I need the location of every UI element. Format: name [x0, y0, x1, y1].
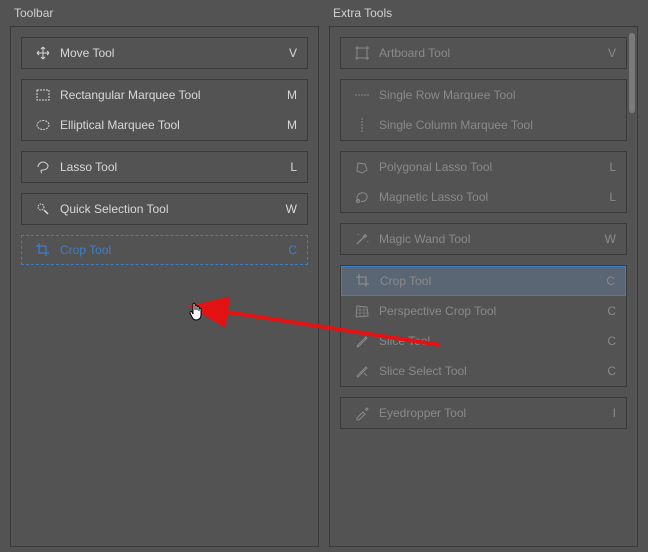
tool-mag-lasso[interactable]: Magnetic Lasso ToolL: [341, 182, 626, 212]
tool-poly-lasso[interactable]: Polygonal Lasso ToolL: [341, 152, 626, 182]
toolbar-panel: Toolbar Move ToolV Rectangular Marquee To…: [10, 0, 319, 547]
tool-artboard[interactable]: Artboard ToolV: [341, 38, 626, 68]
tool-shortcut: L: [600, 160, 616, 174]
tool-col-marquee[interactable]: Single Column Marquee Tool: [341, 110, 626, 140]
toolbar-panel-title: Toolbar: [10, 6, 319, 20]
poly-lasso-icon: [351, 159, 373, 175]
tool-label: Slice Tool: [373, 334, 600, 348]
slice-icon: [351, 333, 373, 349]
extra-tools-panel-body[interactable]: Artboard ToolVSingle Row Marquee ToolSin…: [329, 26, 638, 547]
tool-shortcut: M: [281, 118, 297, 132]
scrollbar[interactable]: [627, 27, 637, 546]
tool-crop[interactable]: Crop ToolC: [21, 235, 308, 265]
tool-slice[interactable]: Slice ToolC: [341, 326, 626, 356]
tool-row-marquee[interactable]: Single Row Marquee Tool: [341, 80, 626, 110]
rect-marquee-icon: [32, 87, 54, 103]
slice-select-icon: [351, 363, 373, 379]
tool-label: Rectangular Marquee Tool: [54, 88, 281, 102]
tool-shortcut: C: [281, 243, 297, 257]
lasso-icon: [32, 159, 54, 175]
tool-label: Single Column Marquee Tool: [373, 118, 600, 132]
tool-label: Eyedropper Tool: [373, 406, 600, 420]
customize-toolbar-dialog: Toolbar Move ToolVRectangular Marquee To…: [0, 0, 648, 547]
tool-slice-select[interactable]: Slice Select ToolC: [341, 356, 626, 386]
tool-group: Magic Wand ToolW: [340, 223, 627, 255]
tool-shortcut: M: [281, 88, 297, 102]
tool-shortcut: C: [600, 334, 616, 348]
tool-move[interactable]: Move ToolV: [22, 38, 307, 68]
tool-label: Single Row Marquee Tool: [373, 88, 600, 102]
tool-crop[interactable]: Crop ToolC: [341, 266, 626, 296]
tool-label: Magnetic Lasso Tool: [373, 190, 600, 204]
mag-lasso-icon: [351, 189, 373, 205]
tool-group: Eyedropper ToolI: [340, 397, 627, 429]
tool-group: Crop ToolCPerspective Crop ToolCSlice To…: [340, 265, 627, 387]
tool-group: Polygonal Lasso ToolLMagnetic Lasso Tool…: [340, 151, 627, 213]
quick-select-icon: [32, 201, 54, 217]
crop-icon: [352, 273, 374, 289]
ellipse-marquee-icon: [32, 117, 54, 133]
extra-tools-panel-title: Extra Tools: [329, 6, 638, 20]
tool-persp-crop[interactable]: Perspective Crop ToolC: [341, 296, 626, 326]
tool-label: Lasso Tool: [54, 160, 281, 174]
tool-shortcut: I: [600, 406, 616, 420]
tool-label: Elliptical Marquee Tool: [54, 118, 281, 132]
persp-crop-icon: [351, 303, 373, 319]
eyedropper-icon: [351, 405, 373, 421]
tool-shortcut: L: [281, 160, 297, 174]
tool-ellipse-marquee[interactable]: Elliptical Marquee ToolM: [22, 110, 307, 140]
tool-quick-select[interactable]: Quick Selection ToolW: [22, 194, 307, 224]
move-icon: [32, 45, 54, 61]
wand-icon: [351, 231, 373, 247]
tool-label: Crop Tool: [54, 243, 281, 257]
tool-label: Magic Wand Tool: [373, 232, 600, 246]
tool-shortcut: V: [600, 46, 616, 60]
tool-group: Artboard ToolV: [340, 37, 627, 69]
tool-group: Lasso ToolL: [21, 151, 308, 183]
scrollbar-thumb[interactable]: [629, 33, 635, 113]
tool-shortcut: C: [600, 364, 616, 378]
tool-lasso[interactable]: Lasso ToolL: [22, 152, 307, 182]
tool-shortcut: W: [281, 202, 297, 216]
tool-label: Artboard Tool: [373, 46, 600, 60]
extra-tools-panel: Extra Tools Artboard ToolV Single Row Mar…: [329, 0, 638, 547]
tool-group: Single Row Marquee Tool Single Column Mar…: [340, 79, 627, 141]
tool-label: Polygonal Lasso Tool: [373, 160, 600, 174]
tool-label: Slice Select Tool: [373, 364, 600, 378]
tool-label: Quick Selection Tool: [54, 202, 281, 216]
tool-rect-marquee[interactable]: Rectangular Marquee ToolM: [22, 80, 307, 110]
tool-wand[interactable]: Magic Wand ToolW: [341, 224, 626, 254]
tool-shortcut: C: [599, 274, 615, 288]
tool-shortcut: V: [281, 46, 297, 60]
tool-group: Quick Selection ToolW: [21, 193, 308, 225]
tool-eyedropper[interactable]: Eyedropper ToolI: [341, 398, 626, 428]
col-marquee-icon: [351, 117, 373, 133]
crop-icon: [32, 242, 54, 258]
row-marquee-icon: [351, 87, 373, 103]
tool-group: Move ToolV: [21, 37, 308, 69]
tool-group: Rectangular Marquee ToolMElliptical Marq…: [21, 79, 308, 141]
toolbar-panel-body[interactable]: Move ToolVRectangular Marquee ToolMEllip…: [10, 26, 319, 547]
tool-shortcut: C: [600, 304, 616, 318]
tool-shortcut: W: [600, 232, 616, 246]
artboard-icon: [351, 45, 373, 61]
tool-label: Move Tool: [54, 46, 281, 60]
tool-label: Perspective Crop Tool: [373, 304, 600, 318]
tool-shortcut: L: [600, 190, 616, 204]
tool-label: Crop Tool: [374, 274, 599, 288]
